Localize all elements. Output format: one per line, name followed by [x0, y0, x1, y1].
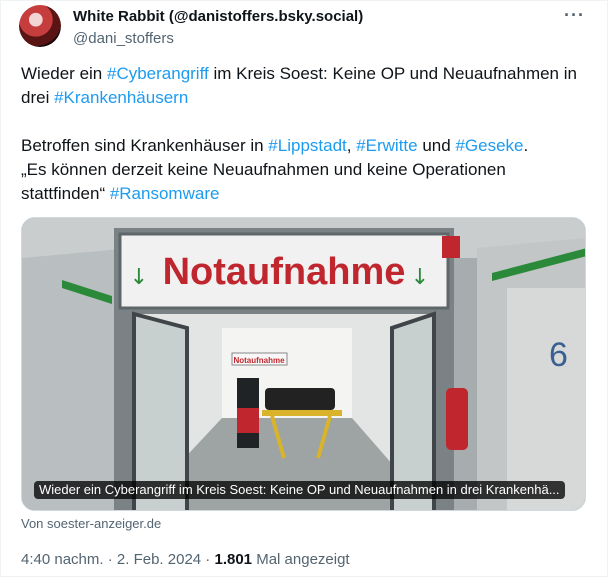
view-count: 1.801 — [214, 551, 253, 568]
tweet-time[interactable]: 4:40 nachm. — [21, 551, 104, 568]
arrow-down-icon: ↓ — [411, 265, 429, 290]
arrow-down-icon: ↓ — [130, 265, 148, 290]
view-count-label: Mal angezeigt — [252, 551, 350, 568]
hashtag-lippstadt[interactable]: #Lippstadt — [268, 136, 346, 155]
tweet: White Rabbit (@danistoffers.bsky.social)… — [0, 0, 608, 577]
separator-dot: · — [103, 551, 117, 568]
text-segment: „Es können derzeit keine Neuaufnahmen un… — [21, 160, 506, 203]
tweet-date[interactable]: 2. Feb. 2024 — [117, 551, 201, 568]
card-caption: Wieder ein Cyberangriff im Kreis Soest: … — [34, 481, 565, 499]
small-sign-text: Notaufnahme — [233, 356, 285, 365]
tweet-paragraph-1: Wieder ein #Cyberangriff im Kreis Soest:… — [21, 62, 591, 110]
card-source[interactable]: Von soester-anzeiger.de — [21, 516, 161, 531]
tweet-text: Wieder ein #Cyberangriff im Kreis Soest:… — [21, 62, 591, 206]
separator-dot: · — [201, 551, 215, 568]
tweet-meta: 4:40 nachm. · 2. Feb. 2024 · 1.801 Mal a… — [21, 550, 350, 570]
tweet-paragraph-2: Betroffen sind Krankenhäuser in #Lippsta… — [21, 134, 591, 206]
link-card[interactable]: 6 Notaufnahme ↓ ↓ Notaufnahme Wieder ein… — [21, 217, 586, 511]
hashtag-erwitte[interactable]: #Erwitte — [356, 136, 417, 155]
text-segment: , — [346, 136, 357, 155]
avatar[interactable] — [19, 5, 61, 47]
more-horizontal-icon[interactable]: ··· — [564, 5, 585, 26]
hashtag-geseke[interactable]: #Geseke — [455, 136, 523, 155]
text-segment: . — [523, 136, 529, 155]
hashtag-cyberangriff[interactable]: #Cyberangriff — [107, 64, 209, 83]
author-block: White Rabbit (@danistoffers.bsky.social)… — [73, 7, 363, 49]
hashtag-krankenhaeusern[interactable]: #Krankenhäusern — [54, 88, 188, 107]
text-segment: und — [417, 136, 456, 155]
hashtag-ransomware[interactable]: #Ransomware — [110, 184, 220, 203]
card-image: 6 Notaufnahme ↓ ↓ Notaufnahme — [22, 218, 585, 510]
display-name[interactable]: White Rabbit (@danistoffers.bsky.social) — [73, 7, 363, 27]
door-number: 6 — [549, 336, 568, 374]
handle[interactable]: @dani_stoffers — [73, 29, 363, 49]
text-segment: Betroffen sind Krankenhäuser in — [21, 136, 269, 155]
text-segment: Wieder ein — [21, 64, 107, 83]
sign-text: Notaufnahme — [163, 251, 406, 293]
